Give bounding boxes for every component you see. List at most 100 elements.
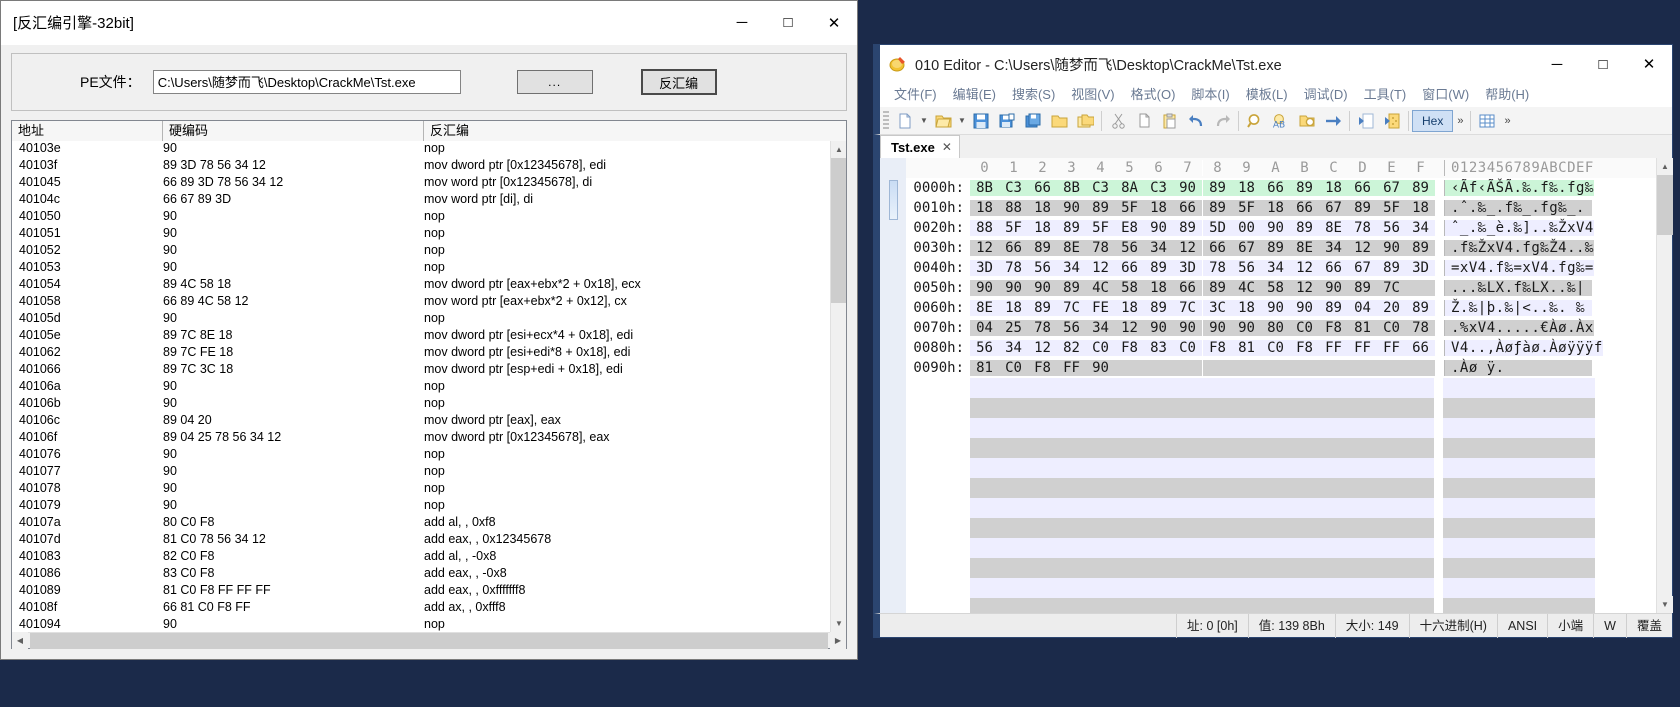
hex-byte-cell[interactable]: C0 xyxy=(1173,340,1202,356)
hex-byte-cell[interactable]: 88 xyxy=(970,220,999,236)
hex-byte-cell[interactable] xyxy=(1144,360,1173,376)
status-overwrite-mode[interactable]: 覆盖 xyxy=(1627,614,1672,638)
hex-row[interactable]: 0070h: 04 25 78 56 34 12 90 90 90 90 80 C0 F8 81 C0 78.%… xyxy=(906,318,1656,338)
hex-byte-cell[interactable]: 66 xyxy=(1348,180,1377,196)
toolbar-overflow-chevron-icon[interactable]: » xyxy=(1453,115,1467,127)
status-base[interactable]: 十六进制(H) xyxy=(1410,613,1498,638)
hex-byte-cell[interactable]: 78 xyxy=(1348,220,1377,236)
hex-byte-cell[interactable]: 66 xyxy=(1290,200,1319,216)
hex-byte-cell[interactable]: C3 xyxy=(999,180,1028,196)
hex-byte-cell[interactable]: 66 xyxy=(1173,280,1202,296)
table-row[interactable]: 401086 83 C0 F8 add eax, , -0x8 xyxy=(12,566,846,583)
hex-byte-cell[interactable]: F8 xyxy=(1290,340,1319,356)
hex-byte-cell[interactable]: 4C xyxy=(1086,280,1115,296)
hex-byte-cell[interactable]: 18 xyxy=(1028,220,1057,236)
hex-byte-cell[interactable]: 12 xyxy=(970,240,999,256)
hex-byte-cell[interactable]: 18 xyxy=(1028,200,1057,216)
hex-byte-cell[interactable]: FF xyxy=(1319,340,1348,356)
hex-byte-cell[interactable]: 88 xyxy=(999,200,1028,216)
table-row[interactable]: 401054 89 4C 58 18 mov dword ptr [eax+ebx*… xyxy=(12,277,846,294)
hex-byte-cell[interactable]: 12 xyxy=(1115,320,1144,336)
hex-byte-cell[interactable]: F8 xyxy=(1028,360,1057,376)
menu-item-5[interactable]: 脚本(I) xyxy=(1183,83,1237,107)
hex-byte-cell[interactable]: 66 xyxy=(1115,260,1144,276)
editor-scroll-up-arrow-icon[interactable]: ▲ xyxy=(1657,158,1673,175)
hex-byte-cell[interactable]: 8E xyxy=(1057,240,1086,256)
hex-row-ascii[interactable]: ...‰LX.f‰LX..‰| xyxy=(1444,280,1592,296)
hex-byte-cell[interactable]: 34 xyxy=(1144,240,1173,256)
hex-byte-cell[interactable] xyxy=(1203,360,1232,376)
run-script-icon[interactable] xyxy=(1353,109,1379,133)
hex-byte-cell[interactable]: 4C xyxy=(1232,280,1261,296)
hex-byte-cell[interactable]: 89 xyxy=(1290,220,1319,236)
hex-row-ascii[interactable]: .%xV4.....€Àø.Àx xyxy=(1444,320,1594,336)
hex-byte-cell[interactable]: 90 xyxy=(1290,300,1319,316)
hex-byte-cell[interactable] xyxy=(1173,360,1202,376)
hex-byte-cell[interactable]: 8A xyxy=(1115,180,1144,196)
table-row[interactable]: 401062 89 7C FE 18 mov dword ptr [esi+edi*… xyxy=(12,345,846,362)
hex-byte-cell[interactable]: 90 xyxy=(970,280,999,296)
hex-byte-cell[interactable]: 56 xyxy=(1057,320,1086,336)
hex-byte-cell[interactable]: 66 xyxy=(1319,260,1348,276)
menu-item-2[interactable]: 搜索(S) xyxy=(1004,83,1063,107)
column-header-address[interactable]: 地址 xyxy=(12,121,163,141)
hex-row-ascii[interactable]: V4..‚Àøƒàø.Àøÿÿÿf xyxy=(1444,340,1603,356)
hex-byte-cell[interactable]: 83 xyxy=(1144,340,1173,356)
hex-byte-cell[interactable] xyxy=(1406,360,1435,376)
hex-byte-cell[interactable]: 66 xyxy=(1028,180,1057,196)
hex-byte-cell[interactable]: 78 xyxy=(999,260,1028,276)
open-file-dropdown-caret-icon[interactable]: ▼ xyxy=(956,109,968,133)
hex-byte-cell[interactable]: 12 xyxy=(1290,260,1319,276)
status-charset[interactable]: ANSI xyxy=(1498,613,1549,638)
hex-byte-cell[interactable]: 78 xyxy=(1086,240,1115,256)
goto-icon[interactable] xyxy=(1320,109,1346,133)
table-row[interactable]: 401045 66 89 3D 78 56 34 12 mov word ptr [… xyxy=(12,175,846,192)
hex-byte-cell[interactable]: 78 xyxy=(1203,260,1232,276)
hex-byte-cell[interactable]: F8 xyxy=(1115,340,1144,356)
editor-close-button[interactable]: ✕ xyxy=(1626,42,1672,86)
hex-byte-cell[interactable]: 67 xyxy=(1319,200,1348,216)
hex-byte-cell[interactable]: 5F xyxy=(1232,200,1261,216)
hex-byte-cell[interactable]: 3D xyxy=(1173,260,1202,276)
table-row[interactable]: 401078 90 nop xyxy=(12,481,846,498)
hex-byte-cell[interactable]: 3D xyxy=(970,260,999,276)
menu-item-8[interactable]: 工具(T) xyxy=(1356,83,1415,107)
table-row[interactable]: 401083 82 C0 F8 add al, , -0x8 xyxy=(12,549,846,566)
hex-byte-cell[interactable]: 80 xyxy=(1261,320,1290,336)
hex-row-ascii[interactable]: ˆ_.‰_è.‰]..‰ŽxV4 xyxy=(1444,220,1594,236)
hex-byte-cell[interactable]: 89 xyxy=(1377,260,1406,276)
cut-icon[interactable] xyxy=(1105,109,1131,133)
table-row[interactable]: 40103e 90 nop xyxy=(12,141,846,158)
hex-byte-cell[interactable]: 78 xyxy=(1028,320,1057,336)
hex-byte-cell[interactable]: 8E xyxy=(1319,220,1348,236)
hex-byte-cell[interactable]: 89 xyxy=(1203,180,1232,196)
editor-maximize-button[interactable]: □ xyxy=(1580,42,1626,86)
hex-byte-cell[interactable]: 5F xyxy=(1377,200,1406,216)
scroll-left-arrow-icon[interactable]: ◀ xyxy=(12,632,28,649)
hex-byte-cell[interactable]: 89 xyxy=(1144,300,1173,316)
hex-byte-cell[interactable]: 67 xyxy=(1232,240,1261,256)
disassembler-titlebar[interactable]: [反汇编引擎-32bit] ─ □ ✕ xyxy=(1,1,857,45)
menu-item-1[interactable]: 编辑(E) xyxy=(945,83,1004,107)
hex-byte-cell[interactable]: 18 xyxy=(1144,280,1173,296)
hex-row-ascii[interactable]: =xV4.f‰=xV4.fg‰= xyxy=(1444,260,1594,276)
hex-row[interactable]: 0080h: 56 34 12 82 C0 F8 83 C0 F8 81 C0 F8 FF FF FF 66 V4… xyxy=(906,338,1656,358)
editor-titlebar[interactable]: 010 Editor - C:\Users\随梦而飞\Desktop\Crack… xyxy=(874,45,1672,83)
table-icon[interactable] xyxy=(1474,109,1500,133)
menu-item-9[interactable]: 窗口(W) xyxy=(1414,83,1477,107)
table-row[interactable]: 40107a 80 C0 F8 add al, , 0xf8 xyxy=(12,515,846,532)
hex-byte-cell[interactable]: 66 xyxy=(1173,200,1202,216)
hex-byte-cell[interactable]: 90 xyxy=(1232,320,1261,336)
hex-byte-cell[interactable] xyxy=(1261,360,1290,376)
copy-icon[interactable] xyxy=(1131,109,1157,133)
hex-byte-cell[interactable]: 89 xyxy=(1173,220,1202,236)
hex-row-ascii[interactable]: ‹Ãf‹ÃŠÃ.‰.f‰.fg‰ xyxy=(1444,180,1594,196)
listview-horizontal-scrollbar[interactable]: ◀ ▶ xyxy=(12,632,846,649)
hex-byte-cell[interactable]: 90 xyxy=(999,280,1028,296)
toolbar-overflow-chevron-2-icon[interactable]: » xyxy=(1500,115,1514,127)
hex-byte-cell[interactable]: 89 xyxy=(1261,240,1290,256)
table-row[interactable]: 401094 90 nop xyxy=(12,617,846,632)
editor-vertical-scrollbar[interactable]: ▲ ▼ xyxy=(1656,158,1673,613)
hex-byte-cell[interactable]: 67 xyxy=(1377,180,1406,196)
hex-byte-cell[interactable]: FF xyxy=(1377,340,1406,356)
